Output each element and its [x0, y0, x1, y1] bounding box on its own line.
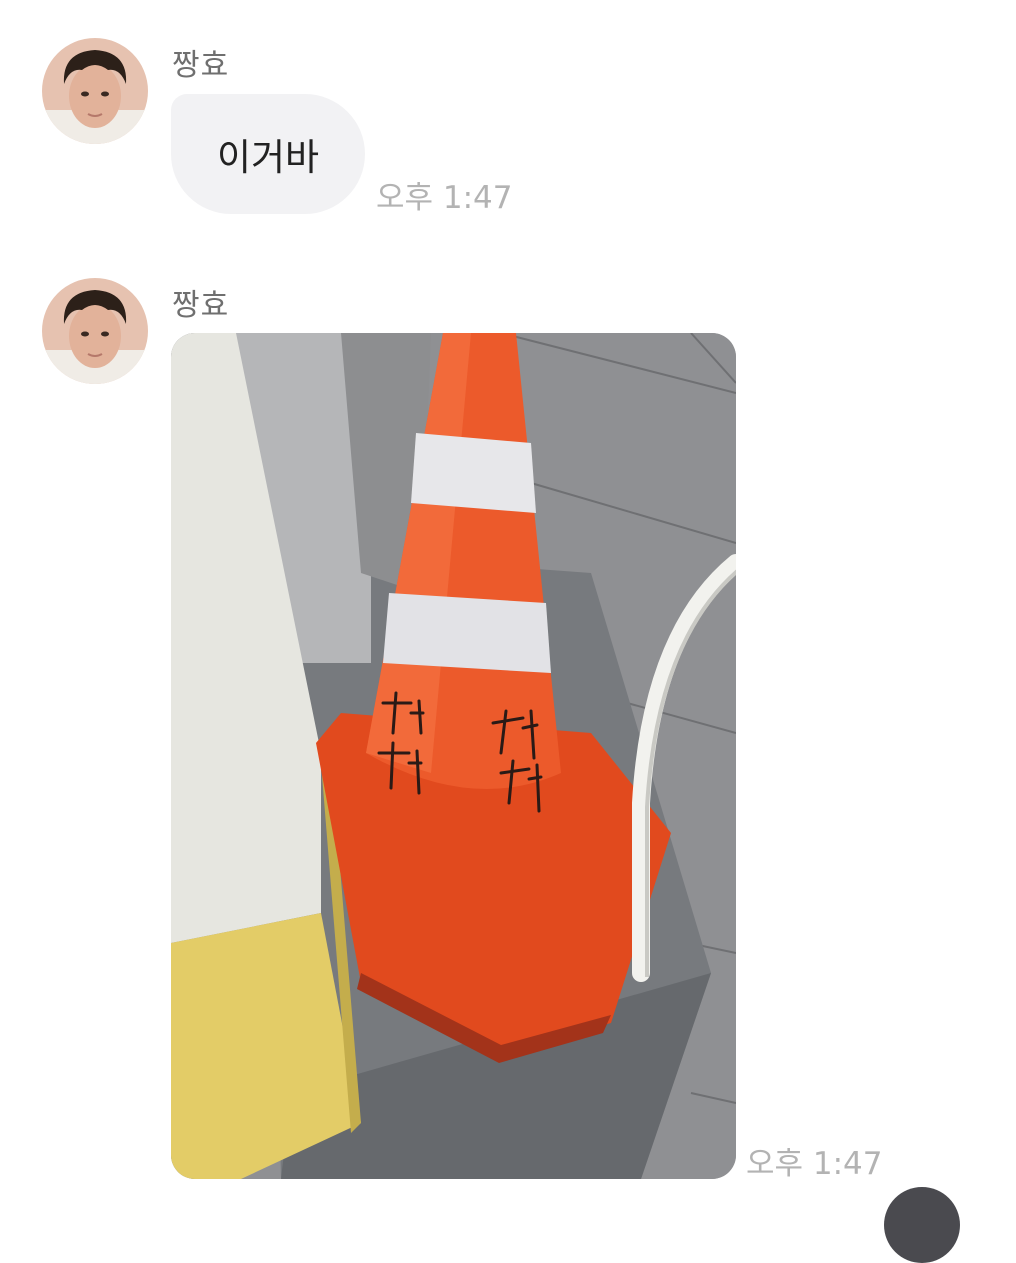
- message-row: 짱효 이거바 오후 1:47: [0, 0, 1016, 230]
- photo-message[interactable]: [171, 333, 736, 1179]
- scroll-down-button[interactable]: [884, 1187, 960, 1263]
- avatar[interactable]: [42, 278, 148, 384]
- message-time: 오후 1:47: [376, 180, 513, 216]
- avatar[interactable]: [42, 38, 148, 144]
- profile-photo: [42, 278, 148, 384]
- sender-name: 짱효: [172, 48, 230, 83]
- message-time: 오후 1:47: [746, 1146, 883, 1182]
- sender-name: 짱효: [172, 288, 230, 323]
- message-bubble[interactable]: 이거바: [171, 94, 365, 214]
- cone-photo: [171, 333, 736, 1179]
- profile-photo: [42, 38, 148, 144]
- message-text: 이거바: [216, 136, 320, 179]
